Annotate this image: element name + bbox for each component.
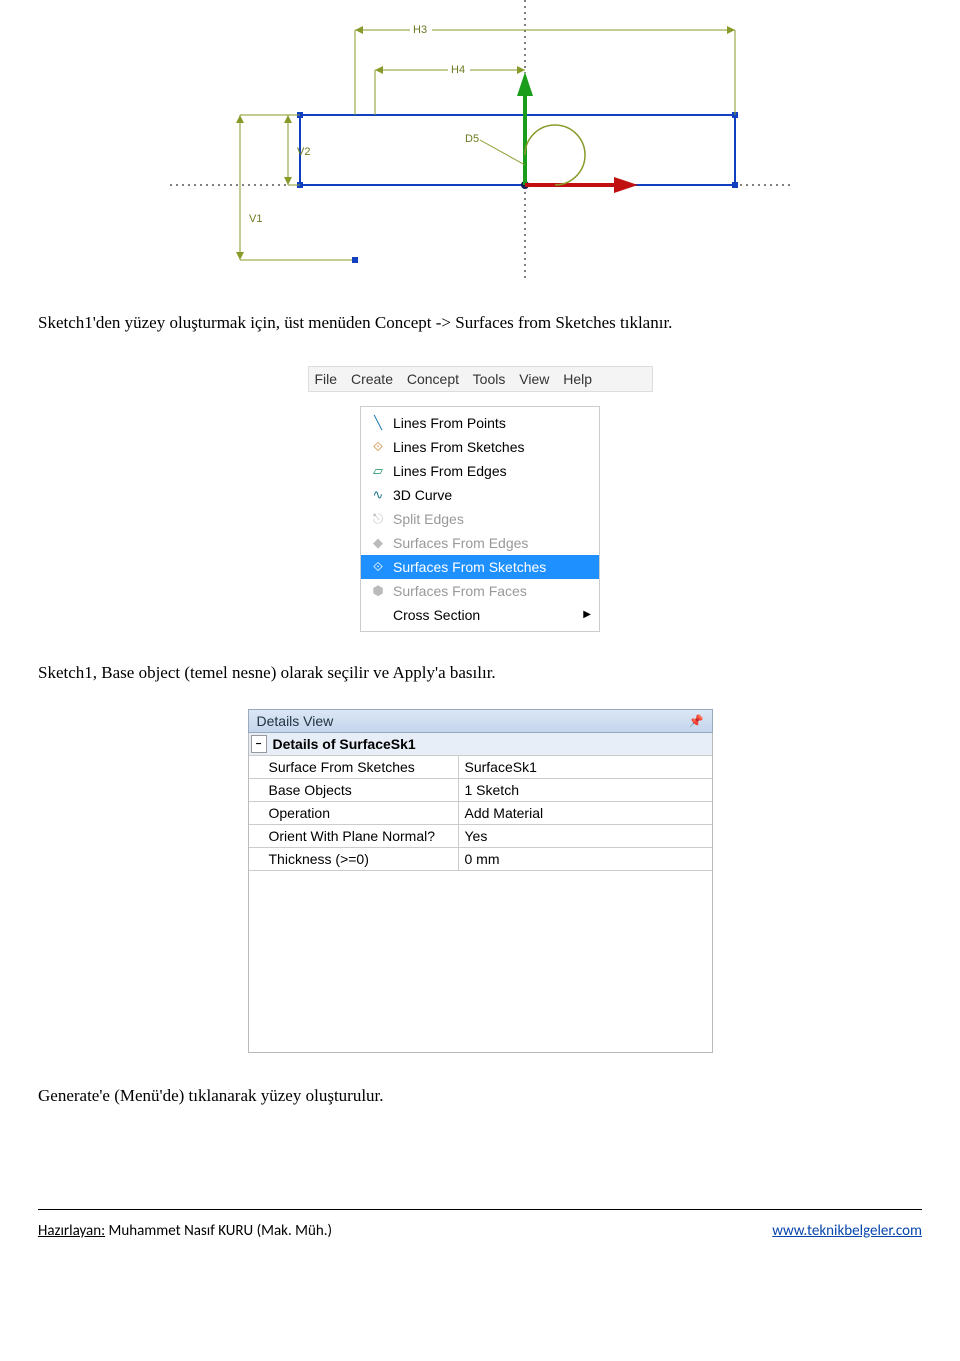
page-footer: Hazırlayan: Muhammet Nasıf KURU (Mak. Mü… <box>38 1209 922 1240</box>
surface-sketches-icon: ⟐ <box>369 559 387 575</box>
menu-item-label: Lines From Sketches <box>393 437 591 457</box>
menu-view[interactable]: View <box>519 371 549 387</box>
menu-file[interactable]: File <box>315 371 338 387</box>
details-key: Operation <box>249 802 459 824</box>
menu-item-surfaces-from-sketches[interactable]: ⟐ Surfaces From Sketches <box>361 555 599 579</box>
dim-h3-label: H3 <box>413 24 427 36</box>
blank-icon <box>369 607 387 623</box>
menu-item-lines-from-sketches[interactable]: ⟐ Lines From Sketches <box>361 435 599 459</box>
details-value: Add Material <box>459 802 712 824</box>
menu-item-cross-section[interactable]: Cross Section ▶ <box>361 603 599 627</box>
menu-create[interactable]: Create <box>351 371 393 387</box>
details-row[interactable]: Surface From Sketches SurfaceSk1 <box>249 756 712 779</box>
details-row[interactable]: Orient With Plane Normal? Yes <box>249 825 712 848</box>
curve-icon: ∿ <box>369 487 387 503</box>
menu-item-lines-from-edges[interactable]: ▱ Lines From Edges <box>361 459 599 483</box>
surface-faces-icon: ⬢ <box>369 583 387 599</box>
details-value: SurfaceSk1 <box>459 756 712 778</box>
details-row[interactable]: Thickness (>=0) 0 mm <box>249 848 712 871</box>
menu-item-label: Surfaces From Sketches <box>393 557 591 577</box>
menu-item-split-edges: ⎋ Split Edges <box>361 507 599 531</box>
menu-item-surfaces-from-faces: ⬢ Surfaces From Faces <box>361 579 599 603</box>
menu-item-lines-from-points[interactable]: ╲ Lines From Points <box>361 411 599 435</box>
details-value: 1 Sketch <box>459 779 712 801</box>
footer-author-name: Muhammet Nasıf KURU (Mak. Müh.) <box>109 1222 333 1240</box>
submenu-arrow-icon: ▶ <box>583 605 591 625</box>
split-icon: ⎋ <box>369 511 387 527</box>
app-menubar: File Create Concept Tools View Help <box>308 366 653 392</box>
dim-d5-label: D5 <box>465 133 479 145</box>
details-value: 0 mm <box>459 848 712 870</box>
sketch-figure: D5 H3 H4 V2 <box>170 0 790 280</box>
details-row[interactable]: Operation Add Material <box>249 802 712 825</box>
line-sketches-icon: ⟐ <box>369 439 387 455</box>
menu-item-label: Lines From Points <box>393 413 591 433</box>
paragraph-3: Generate'e (Menü'de) tıklanarak yüzey ol… <box>38 1083 922 1109</box>
footer-author: Hazırlayan: Muhammet Nasıf KURU (Mak. Mü… <box>38 1222 332 1240</box>
details-view-panel: Details View 📌 − Details of SurfaceSk1 S… <box>248 709 713 1053</box>
details-group-row[interactable]: − Details of SurfaceSk1 <box>249 733 712 756</box>
menu-concept[interactable]: Concept <box>407 371 459 387</box>
menu-item-label: Lines From Edges <box>393 461 591 481</box>
collapse-icon[interactable]: − <box>251 735 267 753</box>
paragraph-1: Sketch1'den yüzey oluşturmak için, üst m… <box>38 310 922 336</box>
line-points-icon: ╲ <box>369 415 387 431</box>
menu-tools[interactable]: Tools <box>473 371 506 387</box>
paragraph-2: Sketch1, Base object (temel nesne) olara… <box>38 660 922 686</box>
dim-v2-label: V2 <box>297 146 310 158</box>
details-row[interactable]: Base Objects 1 Sketch <box>249 779 712 802</box>
menu-item-label: Split Edges <box>393 509 591 529</box>
line-edges-icon: ▱ <box>369 463 387 479</box>
menu-item-surfaces-from-edges: ◆ Surfaces From Edges <box>361 531 599 555</box>
menu-item-3d-curve[interactable]: ∿ 3D Curve <box>361 483 599 507</box>
details-key: Base Objects <box>249 779 459 801</box>
dim-h4-label: H4 <box>451 64 465 76</box>
menu-item-label: Cross Section <box>393 605 577 625</box>
details-key: Surface From Sketches <box>249 756 459 778</box>
concept-dropdown: ╲ Lines From Points ⟐ Lines From Sketche… <box>360 406 600 632</box>
details-group-title: Details of SurfaceSk1 <box>269 733 712 755</box>
footer-prepared-label: Hazırlayan: <box>38 1222 105 1240</box>
details-key: Orient With Plane Normal? <box>249 825 459 847</box>
details-view-title: Details View <box>257 713 334 729</box>
pin-icon[interactable]: 📌 <box>689 714 704 728</box>
menu-item-label: Surfaces From Edges <box>393 533 591 553</box>
menu-item-label: Surfaces From Faces <box>393 581 591 601</box>
dim-v1-label: V1 <box>249 213 262 225</box>
details-view-header: Details View 📌 <box>248 709 713 733</box>
footer-link[interactable]: www.teknikbelgeler.com <box>772 1222 922 1240</box>
menu-help[interactable]: Help <box>563 371 592 387</box>
menu-item-label: 3D Curve <box>393 485 591 505</box>
details-key: Thickness (>=0) <box>249 848 459 870</box>
details-value: Yes <box>459 825 712 847</box>
surface-edges-icon: ◆ <box>369 535 387 551</box>
